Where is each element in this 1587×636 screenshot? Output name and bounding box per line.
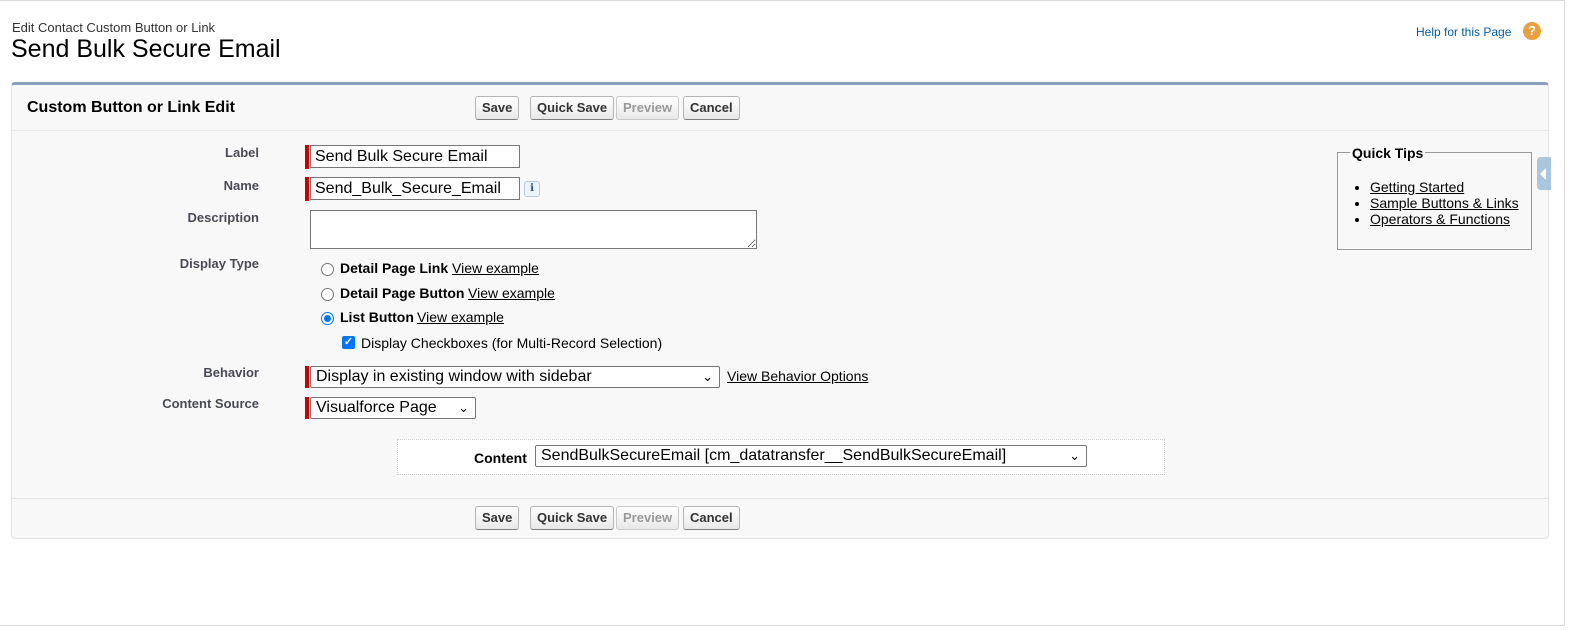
option-detail-page-button: Detail Page Button [340,285,465,301]
quick-save-button-bottom[interactable]: Quick Save [530,506,615,530]
radio-detail-page-link[interactable] [321,263,334,276]
chevron-down-icon: ⌄ [1069,448,1080,463]
display-checkboxes-checkbox[interactable]: ✓ [342,336,355,349]
sample-buttons-links-link[interactable]: Sample Buttons & Links [1370,195,1519,211]
name-input[interactable] [310,177,520,200]
quick-tips-title: Quick Tips [1350,145,1426,161]
radio-list-button[interactable] [321,312,334,325]
content-source-select[interactable]: Visualforce Page ⌄ [310,397,476,419]
content-select[interactable]: SendBulkSecureEmail [cm_datatransfer__Se… [535,445,1087,467]
option-list-button: List Button [340,309,414,325]
behavior-selected-value: Display in existing window with sidebar [316,368,592,385]
cancel-button-bottom[interactable]: Cancel [683,506,740,530]
behavior-label: Behavior [203,365,259,380]
preview-button-bottom[interactable]: Preview [616,506,680,530]
getting-started-link[interactable]: Getting Started [1370,179,1464,195]
save-button-top[interactable]: Save [475,96,520,120]
list-item: Operators & Functions [1370,211,1519,227]
label-input[interactable] [310,145,520,168]
cancel-button-top[interactable]: Cancel [683,96,740,120]
quick-tips-box: Quick Tips Getting Started Sample Button… [1337,145,1532,250]
save-button-bottom[interactable]: Save [475,506,520,530]
page-type-label: Edit Contact Custom Button or Link [12,20,216,35]
view-behavior-options-link[interactable]: View Behavior Options [727,368,868,384]
display-type-label: Display Type [179,256,259,271]
block-title: Custom Button or Link Edit [27,99,235,116]
collapse-sidebar-handle[interactable] [1537,157,1551,190]
required-indicator [305,177,309,201]
view-example-link[interactable]: View example [417,309,504,325]
description-textarea[interactable] [310,210,757,249]
content-section: Content SendBulkSecureEmail [cm_datatran… [397,439,1165,475]
label-field-label: Label [225,145,259,160]
info-icon[interactable]: i [524,181,540,197]
chevron-down-icon: ⌄ [458,400,469,415]
required-indicator [305,145,309,169]
content-label: Content [474,450,527,466]
quick-save-button-top[interactable]: Quick Save [530,96,615,120]
display-checkboxes-label: Display Checkboxes (for Multi-Record Sel… [361,335,663,351]
chevron-down-icon: ⌄ [702,369,713,384]
list-item: Sample Buttons & Links [1370,195,1519,211]
help-link[interactable]: Help for this Page [1416,25,1511,39]
block-footer: Save Quick Save Preview Cancel [12,498,1548,540]
content-source-label: Content Source [162,396,259,411]
edit-block: Custom Button or Link Edit Save Quick Sa… [11,82,1549,539]
name-field-label: Name [223,178,259,193]
list-item: Getting Started [1370,179,1519,195]
operators-functions-link[interactable]: Operators & Functions [1370,211,1510,227]
content-selected-value: SendBulkSecureEmail [cm_datatransfer__Se… [541,447,1007,464]
block-header: Custom Button or Link Edit Save Quick Sa… [12,85,1548,131]
view-example-link[interactable]: View example [468,285,555,301]
option-detail-page-link: Detail Page Link [340,260,449,276]
view-example-link[interactable]: View example [452,260,539,276]
required-indicator [305,397,309,419]
content-source-selected-value: Visualforce Page [316,399,437,416]
help-icon[interactable]: ? [1523,22,1541,40]
description-field-label: Description [187,210,259,225]
required-indicator [305,366,309,388]
preview-button-top[interactable]: Preview [616,96,680,120]
radio-detail-page-button[interactable] [321,288,334,301]
behavior-select[interactable]: Display in existing window with sidebar … [310,366,720,388]
page-title: Send Bulk Secure Email [11,35,281,63]
quick-tips-list: Getting Started Sample Buttons & Links O… [1352,179,1519,227]
